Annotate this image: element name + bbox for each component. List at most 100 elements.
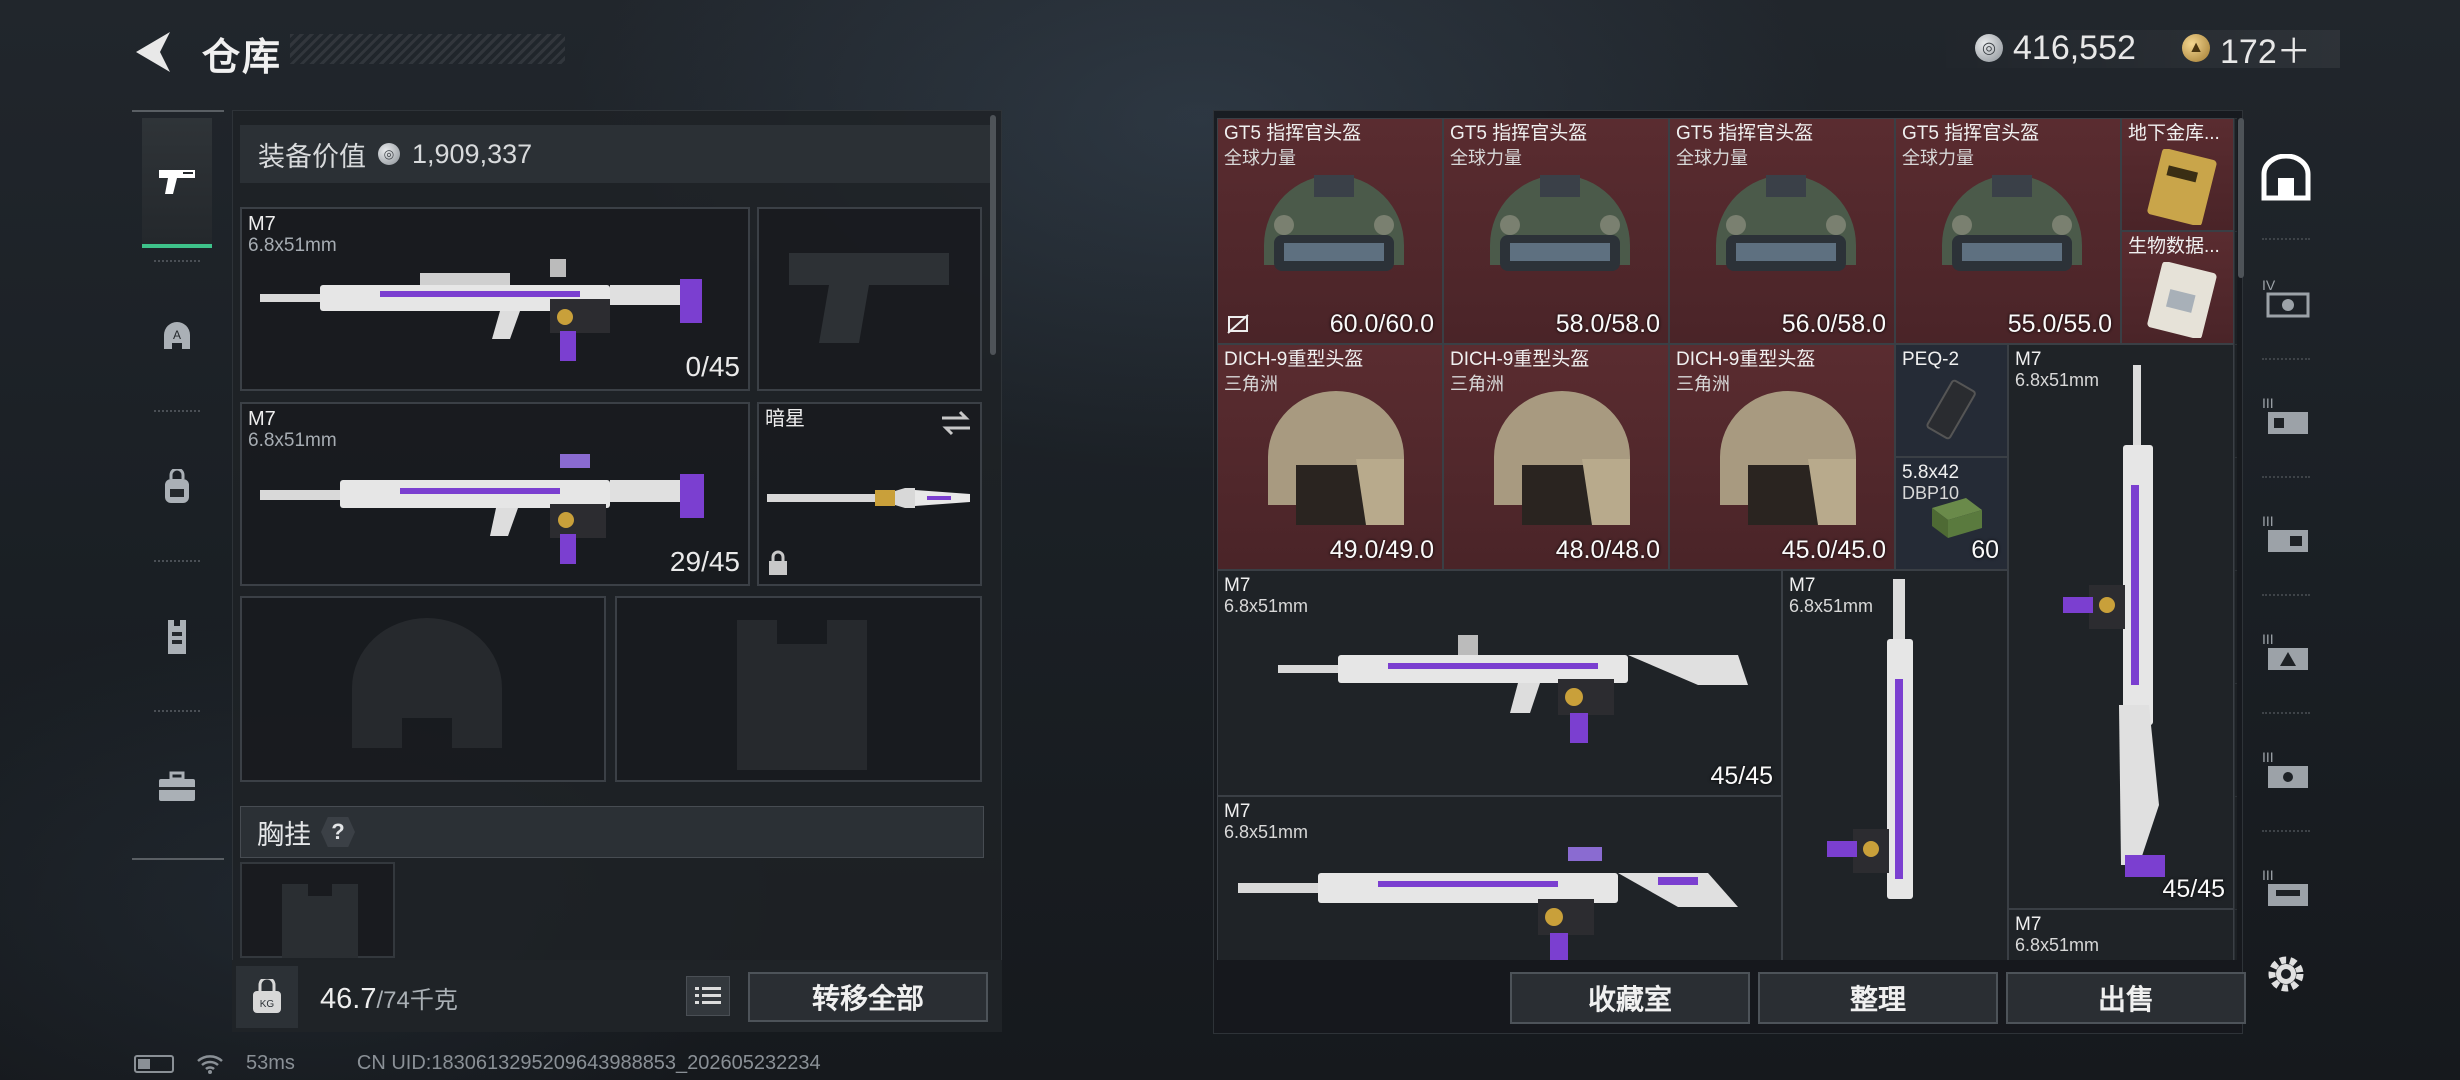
item-name: GT5 指挥官头盔 <box>1450 123 1588 144</box>
collection-room-button[interactable]: 收藏室 <box>1510 972 1750 1024</box>
stash-item-rifle[interactable]: M7 6.8x51mm <box>1217 796 1782 960</box>
item-name: M7 <box>1789 575 1816 596</box>
settings-button[interactable] <box>2262 950 2310 998</box>
back-arrow-icon <box>136 32 170 72</box>
item-subtitle: 6.8x51mm <box>2015 935 2100 955</box>
weight-current: 46.7 <box>320 983 377 1015</box>
item-name: DICH-9重型头盔 <box>1224 349 1364 370</box>
vault-icon <box>2261 154 2311 201</box>
item-durability: 60.0/60.0 <box>1329 310 1434 338</box>
battery-icon <box>134 1054 174 1073</box>
gear-icon <box>2268 956 2304 992</box>
tab-backpack[interactable] <box>142 422 212 552</box>
currency-gold[interactable]: ▲ 172＋ <box>2182 26 2311 71</box>
tab-divider <box>2262 238 2310 240</box>
weapon-name: M7 <box>248 213 276 235</box>
weapon-name: M7 <box>248 408 276 430</box>
sort-button[interactable]: 整理 <box>1758 972 1998 1024</box>
laser-module-icon <box>1926 379 1976 440</box>
tab-stash-3b[interactable]: III <box>2252 484 2320 584</box>
stash-page-icon: III <box>2262 631 2308 670</box>
tab-divider <box>2262 476 2310 478</box>
tactical-helmet-icon <box>1264 175 1404 271</box>
tab-stash-main[interactable] <box>2252 128 2320 228</box>
swap-icon[interactable] <box>940 410 972 436</box>
gold-coin-icon: ▲ <box>2182 34 2210 62</box>
stash-item-rifle-vertical[interactable]: M7 6.8x51mm <box>2008 909 2234 960</box>
melee-slot[interactable]: 暗星 <box>757 402 982 586</box>
stash-page-icon: III <box>2262 395 2308 434</box>
stash-item-rifle[interactable]: M7 6.8x51mm 45/45 <box>1217 570 1782 796</box>
tab-vest[interactable] <box>142 572 212 702</box>
rifle-icon <box>260 454 704 564</box>
primary-weapon-slot-2[interactable]: M7 6.8x51mm 29/45 <box>240 402 750 586</box>
stash-item-ammo[interactable]: 5.8x42 DBP10 60 <box>1895 457 2008 570</box>
rifle-icon <box>2063 365 2165 877</box>
stash-item-rifle-vertical[interactable]: M7 6.8x51mm <box>1782 570 2008 960</box>
page-title: 仓库 <box>202 37 283 79</box>
tab-stash-3c[interactable]: III <box>2252 602 2320 702</box>
item-durability: 48.0/48.0 <box>1555 536 1660 564</box>
list-icon <box>695 987 721 1004</box>
stash-item-keycard[interactable]: 地下金库... <box>2121 118 2234 231</box>
loadout-scrollbar[interactable] <box>990 115 996 355</box>
transfer-all-button[interactable]: 转移全部 <box>748 972 988 1022</box>
back-button[interactable] <box>130 30 178 74</box>
stash-item-helmet[interactable]: DICH-9重型头盔 三角洲 48.0/48.0 <box>1443 344 1669 570</box>
stash-item-rifle-vertical[interactable]: M7 6.8x51mm 45/45 <box>2008 344 2234 909</box>
item-count: 60 <box>1971 536 1999 564</box>
stash-page-icon: III <box>2262 867 2308 906</box>
stash-item-helmet[interactable]: DICH-9重型头盔 三角洲 45.0/45.0 <box>1669 344 1895 570</box>
stash-scrollbar[interactable] <box>2238 118 2244 278</box>
tab-case[interactable] <box>142 722 212 852</box>
helmet-slot[interactable] <box>240 596 606 782</box>
stash-item-helmet[interactable]: GT5 指挥官头盔 全球力量 58.0/58.0 <box>1443 118 1669 344</box>
tab-divider <box>154 410 200 412</box>
currency-silver-value: 416,552 <box>2013 28 2136 67</box>
stash-page-icon: III <box>2262 513 2308 552</box>
item-ammo: 45/45 <box>2162 875 2225 903</box>
helmet-icon: A <box>164 322 190 349</box>
silver-coin-icon: ◎ <box>378 143 400 165</box>
rifle-icon <box>1827 579 1913 899</box>
chest-rig-slot[interactable] <box>240 862 395 958</box>
item-durability: 55.0/55.0 <box>2007 310 2112 338</box>
toolbox-icon <box>159 771 195 801</box>
stash-item-keycard[interactable]: 生物数据... <box>2121 231 2234 344</box>
chest-rig-placeholder-icon <box>282 884 358 958</box>
secondary-weapon-slot[interactable] <box>757 207 982 391</box>
stash-item-helmet[interactable]: DICH-9重型头盔 三角洲 49.0/49.0 <box>1217 344 1443 570</box>
silver-coin-icon: ◎ <box>1975 34 2003 62</box>
item-name: DICH-9重型头盔 <box>1676 349 1816 370</box>
heavy-helmet-icon <box>1494 391 1630 525</box>
armor-slot[interactable] <box>615 596 982 782</box>
item-durability: 58.0/58.0 <box>1555 310 1660 338</box>
rifle-icon <box>260 259 702 361</box>
tab-stash-3d[interactable]: III <box>2252 720 2320 820</box>
tab-stash-3e[interactable]: III <box>2252 838 2320 938</box>
svg-text:KG: KG <box>260 999 275 1010</box>
tab-stash-3a[interactable]: III <box>2252 366 2320 466</box>
help-icon[interactable]: ? <box>321 817 355 847</box>
item-name: 地下金库... <box>2128 123 2220 144</box>
ping-readout: 53ms <box>246 1052 295 1074</box>
stash-item-laser[interactable]: PEQ-2 <box>1895 344 2008 457</box>
knife-icon <box>767 488 970 508</box>
chest-rig-label: 胸挂 <box>257 819 311 850</box>
tab-weapons[interactable] <box>142 118 212 248</box>
tab-stash-4[interactable]: IV <box>2252 248 2320 348</box>
item-name: M7 <box>1224 801 1251 822</box>
stash-item-helmet[interactable]: GT5 指挥官头盔 全球力量 55.0/55.0 <box>1895 118 2121 344</box>
stash-item-helmet[interactable]: GT5 指挥官头盔 全球力量 60.0/60.0 <box>1217 118 1443 344</box>
tab-helmet[interactable]: A <box>142 272 212 402</box>
title-stripe <box>290 34 565 64</box>
uid-text: CN UID:1830613295209643988853_2026052322… <box>356 1052 821 1074</box>
list-view-button[interactable] <box>686 976 730 1016</box>
sell-button[interactable]: 出售 <box>2006 972 2246 1024</box>
tab-divider <box>2262 830 2310 832</box>
currency-silver[interactable]: ◎ 416,552 <box>1975 26 2136 70</box>
stash-item-helmet[interactable]: GT5 指挥官头盔 全球力量 56.0/58.0 <box>1669 118 1895 344</box>
rifle-icon <box>1278 635 1748 743</box>
tactical-helmet-icon <box>1490 175 1630 271</box>
primary-weapon-slot-1[interactable]: M7 6.8x51mm 0/45 <box>240 207 750 391</box>
